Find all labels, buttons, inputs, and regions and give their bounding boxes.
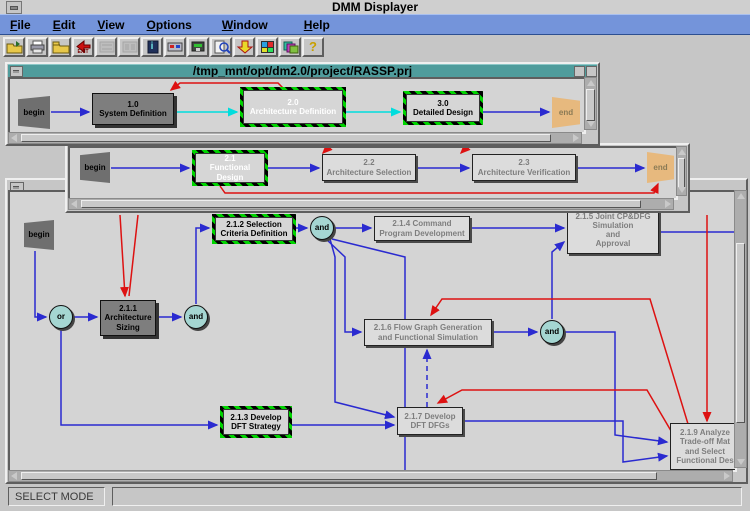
main-hscroll-thumb[interactable] [21,472,657,480]
scroll-up-icon[interactable] [737,193,745,199]
scroll-right-icon[interactable] [665,200,671,208]
window-title: DMM Displayer [332,0,418,14]
copy-stack-icon[interactable] [279,37,301,57]
level2-horizontal-scrollbar[interactable] [68,198,674,210]
node-2-1-9[interactable]: 2.1.9 Analyze Trade-off Mat and Select F… [670,423,737,470]
color-grid-icon[interactable] [256,37,278,57]
menu-window[interactable]: Window [222,18,268,32]
scroll-up-icon[interactable] [587,80,595,86]
node-begin-l2[interactable]: begin [80,152,110,183]
status-mode-box: SELECT MODE [8,487,105,506]
main-horizontal-scrollbar[interactable] [8,470,733,482]
node-begin[interactable]: begin [24,220,54,250]
scroll-left-icon[interactable] [11,134,17,142]
dmm-displayer-app: { "titlebar": { "title": "DMM Displayer"… [0,0,750,511]
info-glyph: i [143,39,161,55]
scroll-up-icon[interactable] [678,149,686,155]
main-vertical-scrollbar[interactable] [734,190,747,468]
search-document-icon[interactable] [210,37,232,57]
down-arrow-icon[interactable] [233,37,255,57]
menu-options[interactable]: Options [147,18,192,32]
node-end-l2[interactable]: end [647,152,674,183]
level2-vscroll-thumb[interactable] [678,158,685,188]
status-message-box [112,487,742,506]
project-vscroll-thumb[interactable] [586,89,595,121]
node-and-3[interactable]: and [540,320,564,344]
node-begin-l1[interactable]: begin [18,96,50,129]
level2-hscroll-thumb[interactable] [81,200,641,208]
project-window-menu-button[interactable] [10,66,23,77]
node-2-1-5[interactable]: 2.1.5 Joint CP&DFG Simulation and Approv… [567,206,659,254]
node-end-l1[interactable]: end [552,97,580,128]
window-menu-icon [13,70,19,73]
main-vscroll-thumb[interactable] [736,243,745,423]
scroll-right-icon[interactable] [573,134,579,142]
node-and-2[interactable]: and [310,216,334,240]
info-icon[interactable]: i [141,37,163,57]
project-hscroll-thumb[interactable] [21,134,551,142]
node-2-1-7[interactable]: 2.1.7 Develop DFT DFGs [397,407,463,435]
new-folder-icon[interactable] [49,37,71,57]
functional-design-window: begin 2.1 Functional Design 2.2 Architec… [65,143,690,213]
project-window-maximize-button[interactable] [586,66,597,77]
scroll-left-icon[interactable] [11,472,17,480]
window-menu-icon [10,6,18,10]
menu-edit[interactable]: Edit [53,18,76,32]
node-2-1-3[interactable]: 2.1.3 Develop DFT Strategy [220,406,292,438]
status-mode-label: SELECT MODE [15,491,94,503]
level2-vertical-scrollbar[interactable] [676,146,687,196]
window-titlebar[interactable]: DMM Displayer [0,0,750,15]
minimize-icon [13,186,19,189]
disk-icon[interactable] [187,37,209,57]
scroll-right-icon[interactable] [724,472,730,480]
scroll-down-icon[interactable] [737,459,745,465]
node-2-3[interactable]: 2.3 Architecture Verification [472,154,576,181]
toolbar: EXIT i ? [0,35,750,58]
project-canvas[interactable]: begin 1.0 System Definition 2.0 Architec… [8,77,586,134]
node-or[interactable]: or [49,305,73,329]
window-menu-button[interactable] [6,1,22,14]
menu-help[interactable]: Help [304,18,330,32]
project-vertical-scrollbar[interactable] [584,77,597,130]
node-1-0[interactable]: 1.0 System Definition [92,93,174,125]
node-and-1[interactable]: and [184,305,208,329]
level2-canvas[interactable]: begin 2.1 Functional Design 2.2 Architec… [68,146,678,200]
main-canvas[interactable]: begin or 2.1.1 Architecture Sizing and 2… [8,190,737,472]
exit-icon[interactable]: EXIT [72,37,94,57]
print-icon[interactable] [26,37,48,57]
node-3-0[interactable]: 3.0 Detailed Design [403,91,483,125]
device-icon[interactable] [164,37,186,57]
scroll-down-icon[interactable] [678,187,686,193]
scroll-down-icon[interactable] [587,121,595,127]
node-2-1-1[interactable]: 2.1.1 Architecture Sizing [100,300,156,336]
menu-view[interactable]: View [97,18,124,32]
node-2-1-6[interactable]: 2.1.6 Flow Graph Generation and Function… [364,319,492,346]
project-horizontal-scrollbar[interactable] [8,132,582,144]
menubar: File Edit View Options Window Help [0,14,750,35]
node-2-1-2[interactable]: 2.1.2 Selection Criteria Definition [212,214,296,244]
menu-file[interactable]: File [10,18,31,32]
node-2-2[interactable]: 2.2 Architecture Selection [322,154,416,181]
project-window-minimize-button[interactable] [574,66,585,77]
open-folder-icon[interactable] [3,37,25,57]
node-2-1[interactable]: 2.1 Functional Design [192,150,268,186]
project-window: /tmp_mnt/opt/dm2.0/project/RASSP.prj beg… [5,62,600,146]
project-path-title: /tmp_mnt/opt/dm2.0/project/RASSP.prj [193,64,412,78]
disabled-icon-a [95,37,117,57]
help-glyph: ? [304,39,322,55]
exit-label: EXIT [74,39,92,55]
help-icon[interactable]: ? [302,37,324,57]
node-2-1-4[interactable]: 2.1.4 Command Program Development [374,216,470,241]
node-2-0[interactable]: 2.0 Architecture Definition [240,87,346,127]
scroll-left-icon[interactable] [71,200,77,208]
disabled-icon-b [118,37,140,57]
main-canvas-window: begin or 2.1.1 Architecture Sizing and 2… [5,178,748,484]
